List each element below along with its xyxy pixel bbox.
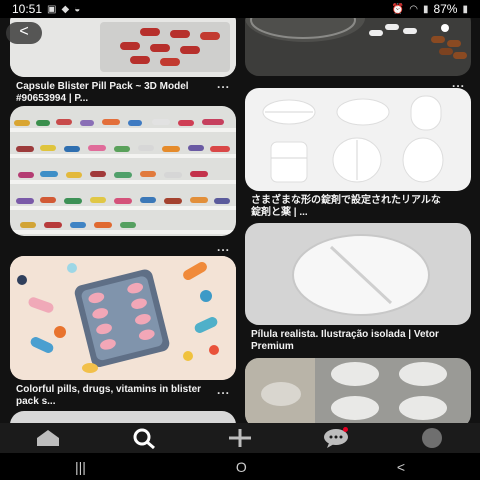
white-tablets-image: [245, 88, 471, 191]
pin-card[interactable]: Capsule Blister Pill Pack ~ 3D Model #90…: [10, 18, 236, 105]
home-icon: [37, 430, 59, 446]
pin-card[interactable]: Colorful pills, drugs, vitamins in blist…: [10, 256, 236, 408]
pin-title[interactable]: Capsule Blister Pill Pack ~ 3D Model #90…: [10, 81, 236, 105]
pin-card[interactable]: さまざまな形の錠剤で設定されたリアルな錠剤と薬 | ...: [245, 88, 471, 219]
pin-image-capsule-blister-pack[interactable]: [10, 18, 236, 77]
nav-profile[interactable]: [412, 423, 452, 453]
battery-icon: ▮: [462, 3, 468, 15]
plus-icon: [229, 429, 251, 447]
illustrated-pills-image: [10, 256, 236, 380]
notification-dot: [343, 427, 348, 432]
pin-card[interactable]: ...: [10, 106, 236, 254]
bottom-navigation: [0, 423, 480, 453]
pin-image-white-tablets[interactable]: [245, 88, 471, 191]
pin-title[interactable]: Pílula realista. Ilustração isolada | Ve…: [245, 329, 471, 353]
recent-apps-button[interactable]: |||: [75, 459, 86, 475]
search-icon: [133, 428, 155, 449]
nav-search[interactable]: [124, 423, 164, 453]
gallery-icon: ▣: [47, 3, 57, 15]
pin-title[interactable]: さまざまな形の錠剤で設定されたリアルな錠剤と薬 | ...: [245, 195, 471, 219]
pin-image-white-pill[interactable]: [245, 223, 471, 325]
wifi-icon: ◠: [409, 3, 418, 15]
nav-create[interactable]: [220, 423, 260, 453]
nav-messages[interactable]: [316, 423, 356, 453]
back-button[interactable]: <: [6, 22, 42, 44]
pin-title[interactable]: Colorful pills, drugs, vitamins in blist…: [10, 384, 236, 408]
alarm-icon: ⏰: [391, 3, 405, 15]
status-bar: 10:51 ▣ ◆ ◒ ⏰ ◠ ▮ 87% ▮: [0, 0, 480, 18]
more-options-button[interactable]: ...: [217, 383, 230, 397]
more-options-button[interactable]: ...: [217, 240, 230, 254]
nav-home[interactable]: [28, 423, 68, 453]
battery-level: 87%: [433, 2, 458, 16]
pin-card[interactable]: [245, 358, 471, 423]
cloud-icon: ◒: [74, 3, 81, 15]
pin-card[interactable]: ...: [245, 18, 471, 90]
pill-shelves-image: [10, 106, 236, 236]
pin-card[interactable]: Pílula realista. Ilustração isolada | Ve…: [245, 223, 471, 365]
system-home-button[interactable]: O: [236, 459, 247, 475]
system-back-button[interactable]: <: [397, 459, 405, 475]
avatar-icon: [422, 428, 442, 448]
capsules-glass-image: [245, 18, 471, 76]
more-options-button[interactable]: ...: [217, 77, 230, 91]
white-pill-image: [245, 223, 471, 325]
location-icon: ◆: [61, 3, 70, 15]
pin-card[interactable]: [10, 411, 236, 423]
system-navigation-bar: ||| O <: [0, 453, 480, 480]
pin-image-blister-pack[interactable]: [10, 411, 236, 423]
pin-image-pill-blister-silver[interactable]: [245, 358, 471, 423]
pin-image-illustrated-pills[interactable]: [10, 256, 236, 380]
signal-icon: ▮: [422, 3, 429, 15]
pin-image-pill-shelves[interactable]: [10, 106, 236, 236]
capsule-blister-pack-image: [10, 18, 236, 77]
pin-image-capsules-glass[interactable]: [245, 18, 471, 76]
status-time: 10:51: [12, 2, 43, 16]
pin-feed[interactable]: < Capsule Blister Pill Pack ~ 3D Model #…: [0, 18, 480, 423]
pill-blister-silver-image: [245, 358, 471, 423]
